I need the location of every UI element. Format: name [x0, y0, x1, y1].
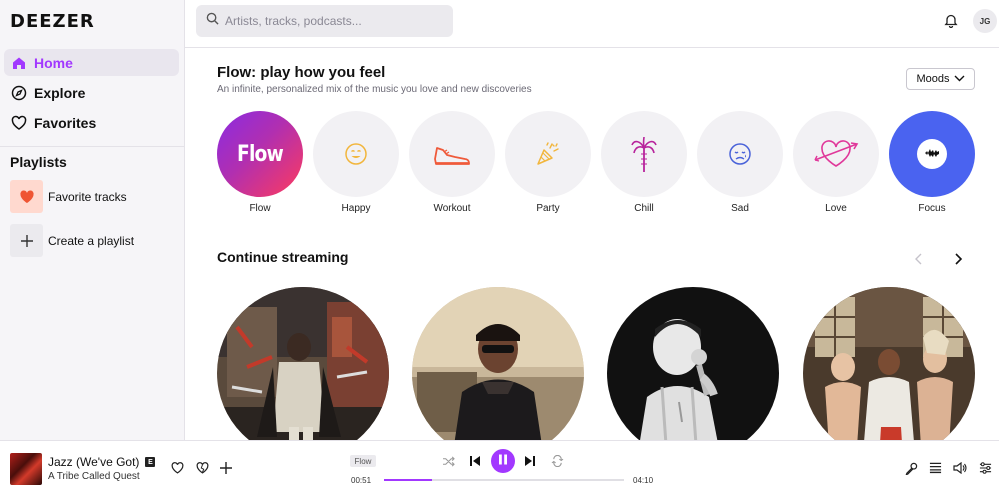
duration-time: 04:10	[633, 476, 654, 485]
progress-bar[interactable]	[384, 479, 624, 481]
mood-label: Sad	[731, 203, 749, 214]
sidebar: DEEZER Home Explore Favorites Playlists	[0, 0, 185, 440]
microphone-lyrics-icon[interactable]	[904, 461, 918, 475]
track-title-row: Jazz (We've Got) E	[48, 455, 156, 469]
equalizer-settings-icon[interactable]	[978, 461, 992, 475]
sidebar-item-label: Favorites	[34, 114, 97, 131]
sidebar-item-explore[interactable]: Explore	[4, 79, 179, 106]
flow-badge: Flow	[217, 111, 303, 197]
artist-photo-3	[607, 287, 779, 440]
track-title[interactable]: Jazz (We've Got)	[48, 455, 139, 469]
deezer-app: DEEZER Home Explore Favorites Playlists	[0, 0, 999, 492]
mood-label: Party	[536, 203, 560, 214]
mood-flow[interactable]: Flow Flow	[217, 111, 303, 214]
chevron-down-icon	[954, 73, 965, 85]
source-chip: Flow	[350, 455, 376, 467]
mood-label: Focus	[918, 203, 946, 214]
main-content: Flow: play how you feel An infinite, per…	[185, 48, 999, 440]
playlist-label: Create a playlist	[48, 233, 135, 248]
cover-artist-photo-2[interactable]	[412, 287, 584, 440]
player-bar: Jazz (We've Got) E A Tribe Called Quest …	[0, 440, 999, 492]
progress-fill	[384, 479, 432, 481]
artist-photo-2	[412, 287, 584, 440]
smiley-icon	[313, 111, 399, 197]
deezer-logo[interactable]: DEEZER	[10, 11, 95, 32]
playlist-label: Favorite tracks	[48, 189, 127, 204]
focus-icon	[889, 111, 975, 197]
flow-badge-text: Flow	[237, 141, 284, 167]
home-icon	[10, 54, 28, 72]
plus-icon	[10, 224, 43, 257]
top-bar: JG	[185, 0, 999, 48]
mood-happy[interactable]: Happy	[313, 111, 399, 214]
sidebar-item-favorites[interactable]: Favorites	[4, 109, 179, 136]
search-input[interactable]	[225, 14, 445, 28]
track-artist[interactable]: A Tribe Called Quest	[48, 471, 140, 482]
sidebar-item-label: Explore	[34, 84, 86, 101]
search-box[interactable]	[196, 5, 453, 37]
flow-section-title: Flow: play how you feel	[217, 64, 386, 81]
moods-label: Moods	[916, 73, 950, 85]
playlists-heading: Playlists	[10, 154, 67, 170]
pause-icon	[498, 452, 508, 470]
sneaker-icon	[409, 111, 495, 197]
previous-track-icon[interactable]	[468, 454, 482, 468]
like-heart-icon[interactable]	[170, 461, 184, 475]
palm-tree-icon	[601, 111, 687, 197]
pause-button[interactable]	[491, 449, 515, 473]
party-popper-icon	[505, 111, 591, 197]
explicit-badge: E	[145, 457, 156, 467]
next-track-icon[interactable]	[523, 454, 537, 468]
queue-list-icon[interactable]	[928, 461, 942, 475]
continue-streaming-title: Continue streaming	[217, 249, 349, 265]
carousel-prev-icon[interactable]	[912, 252, 926, 266]
mood-sad[interactable]: Sad	[697, 111, 783, 214]
create-playlist-button[interactable]: Create a playlist	[10, 224, 134, 257]
heart-icon	[10, 180, 43, 213]
album-art[interactable]	[10, 453, 42, 485]
mood-love[interactable]: Love	[793, 111, 879, 214]
add-plus-icon[interactable]	[219, 461, 233, 475]
mood-label: Workout	[433, 203, 471, 214]
playlist-favorite-tracks[interactable]: Favorite tracks	[10, 180, 127, 213]
notifications-bell-icon[interactable]	[944, 13, 960, 29]
heart-icon	[10, 114, 28, 132]
artist-photo-4	[803, 287, 975, 440]
cover-artist-photo-4[interactable]	[803, 287, 975, 440]
mood-label: Chill	[634, 203, 654, 214]
sidebar-item-home[interactable]: Home	[4, 49, 179, 76]
sidebar-divider	[0, 146, 184, 147]
search-icon	[206, 12, 219, 30]
volume-icon[interactable]	[953, 461, 967, 475]
shuffle-icon[interactable]	[441, 454, 455, 468]
elapsed-time: 00:51	[351, 476, 372, 485]
mood-chill[interactable]: Chill	[601, 111, 687, 214]
repeat-icon[interactable]	[550, 454, 564, 468]
mood-label: Love	[825, 203, 847, 214]
cover-artist-photo-1[interactable]	[217, 287, 389, 440]
mood-party[interactable]: Party	[505, 111, 591, 214]
dislike-heart-icon[interactable]	[195, 461, 209, 475]
carousel-next-icon[interactable]	[951, 252, 965, 266]
cover-artist-photo-3[interactable]	[607, 287, 779, 440]
user-avatar[interactable]: JG	[973, 9, 997, 33]
sidebar-item-label: Home	[34, 54, 73, 71]
heart-arrow-icon	[793, 111, 879, 197]
mood-focus[interactable]: Focus	[889, 111, 975, 214]
mood-label: Flow	[249, 203, 271, 214]
artist-photo-1	[217, 287, 389, 440]
sad-face-icon	[697, 111, 783, 197]
compass-icon	[10, 84, 28, 102]
mood-workout[interactable]: Workout	[409, 111, 495, 214]
moods-dropdown-button[interactable]: Moods	[906, 68, 975, 90]
mood-label: Happy	[341, 203, 371, 214]
flow-section-subtitle: An infinite, personalized mix of the mus…	[217, 84, 532, 95]
